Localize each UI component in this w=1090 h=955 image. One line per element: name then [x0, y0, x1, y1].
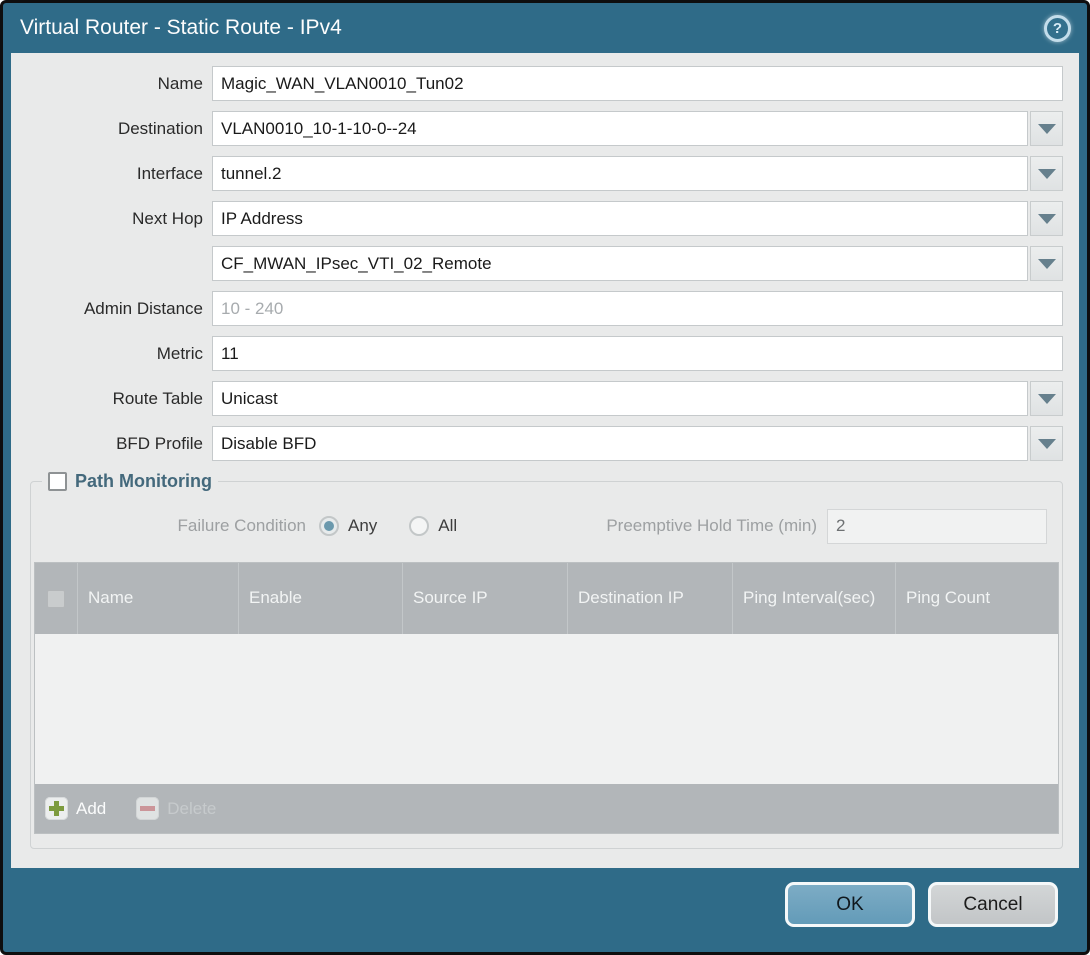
- destination-label: Destination: [11, 119, 212, 139]
- next-hop-field: [212, 201, 1063, 236]
- failure-condition-any-radio: [319, 516, 339, 536]
- interface-input[interactable]: [212, 156, 1028, 191]
- interface-dropdown-button[interactable]: [1030, 156, 1063, 191]
- path-monitoring-checkbox[interactable]: [48, 472, 67, 491]
- route-table-label: Route Table: [11, 389, 212, 409]
- route-table-row: Route Table: [11, 381, 1079, 416]
- route-table-dropdown-button[interactable]: [1030, 381, 1063, 416]
- preemptive-hold-time-input: [827, 509, 1047, 544]
- table-header: Name Enable Source IP Destination IP Pin…: [35, 563, 1058, 634]
- failure-condition-any-label: Any: [348, 516, 377, 536]
- path-monitoring-section: Path Monitoring Failure Condition Any Al…: [30, 471, 1063, 849]
- path-monitoring-title: Path Monitoring: [75, 471, 212, 492]
- destination-row: Destination: [11, 111, 1079, 146]
- bfd-profile-dropdown-button[interactable]: [1030, 426, 1063, 461]
- metric-field: [212, 336, 1063, 371]
- column-header-ping-interval[interactable]: Ping Interval(sec): [732, 563, 895, 634]
- bfd-profile-input[interactable]: [212, 426, 1028, 461]
- chevron-down-icon: [1038, 439, 1056, 449]
- failure-condition-row: Failure Condition Any All Preemptive Hol…: [34, 508, 1059, 544]
- bfd-profile-row: BFD Profile: [11, 426, 1079, 461]
- next-hop-address-field: [212, 246, 1063, 281]
- delete-button: Delete: [136, 797, 216, 820]
- next-hop-address-row: [11, 246, 1079, 281]
- select-all-checkbox: [47, 590, 65, 608]
- dialog-footer: OK Cancel: [3, 868, 1087, 952]
- column-header-name[interactable]: Name: [77, 563, 238, 634]
- dialog-content: Name Destination Interface Next Hop: [11, 53, 1079, 868]
- chevron-down-icon: [1038, 394, 1056, 404]
- column-header-destination-ip[interactable]: Destination IP: [567, 563, 732, 634]
- add-button[interactable]: Add: [45, 797, 106, 820]
- preemptive-hold-time-label: Preemptive Hold Time (min): [606, 516, 817, 536]
- route-table-field: [212, 381, 1063, 416]
- metric-input[interactable]: [212, 336, 1063, 371]
- next-hop-type-dropdown-button[interactable]: [1030, 201, 1063, 236]
- cancel-button[interactable]: Cancel: [928, 882, 1058, 927]
- ok-button[interactable]: OK: [785, 882, 915, 927]
- interface-label: Interface: [11, 164, 212, 184]
- next-hop-label: Next Hop: [11, 209, 212, 229]
- static-route-dialog: Virtual Router - Static Route - IPv4 ? N…: [0, 0, 1090, 955]
- destination-field: [212, 111, 1063, 146]
- bfd-profile-label: BFD Profile: [11, 434, 212, 454]
- name-input[interactable]: [212, 66, 1063, 101]
- dialog-titlebar: Virtual Router - Static Route - IPv4 ?: [3, 3, 1087, 53]
- chevron-down-icon: [1038, 124, 1056, 134]
- destination-dropdown-button[interactable]: [1030, 111, 1063, 146]
- next-hop-address-input[interactable]: [212, 246, 1028, 281]
- help-icon[interactable]: ?: [1044, 15, 1071, 42]
- chevron-down-icon: [1038, 169, 1056, 179]
- failure-condition-all-radio: [409, 516, 429, 536]
- interface-field: [212, 156, 1063, 191]
- name-row: Name: [11, 66, 1079, 101]
- plus-icon: [45, 797, 68, 820]
- path-monitoring-legend: Path Monitoring: [42, 471, 218, 492]
- bfd-profile-field: [212, 426, 1063, 461]
- metric-label: Metric: [11, 344, 212, 364]
- path-monitoring-table: Name Enable Source IP Destination IP Pin…: [34, 562, 1059, 834]
- admin-distance-field: [212, 291, 1063, 326]
- next-hop-type-input[interactable]: [212, 201, 1028, 236]
- header-checkbox-cell: [35, 563, 77, 634]
- route-table-input[interactable]: [212, 381, 1028, 416]
- admin-distance-input[interactable]: [212, 291, 1063, 326]
- name-field: [212, 66, 1063, 101]
- next-hop-row: Next Hop: [11, 201, 1079, 236]
- destination-input[interactable]: [212, 111, 1028, 146]
- delete-button-label: Delete: [167, 799, 216, 819]
- metric-row: Metric: [11, 336, 1079, 371]
- chevron-down-icon: [1038, 259, 1056, 269]
- column-header-enable[interactable]: Enable: [238, 563, 402, 634]
- column-header-ping-count[interactable]: Ping Count: [895, 563, 1058, 634]
- name-label: Name: [11, 74, 212, 94]
- admin-distance-row: Admin Distance: [11, 291, 1079, 326]
- table-body-empty: [35, 634, 1058, 784]
- minus-icon: [136, 797, 159, 820]
- add-button-label: Add: [76, 799, 106, 819]
- interface-row: Interface: [11, 156, 1079, 191]
- table-toolbar: Add Delete: [35, 784, 1058, 833]
- failure-condition-all-label: All: [438, 516, 457, 536]
- chevron-down-icon: [1038, 214, 1056, 224]
- column-header-source-ip[interactable]: Source IP: [402, 563, 567, 634]
- dialog-title: Virtual Router - Static Route - IPv4: [20, 16, 1044, 40]
- admin-distance-label: Admin Distance: [11, 299, 212, 319]
- failure-condition-label: Failure Condition: [34, 516, 306, 536]
- next-hop-address-dropdown-button[interactable]: [1030, 246, 1063, 281]
